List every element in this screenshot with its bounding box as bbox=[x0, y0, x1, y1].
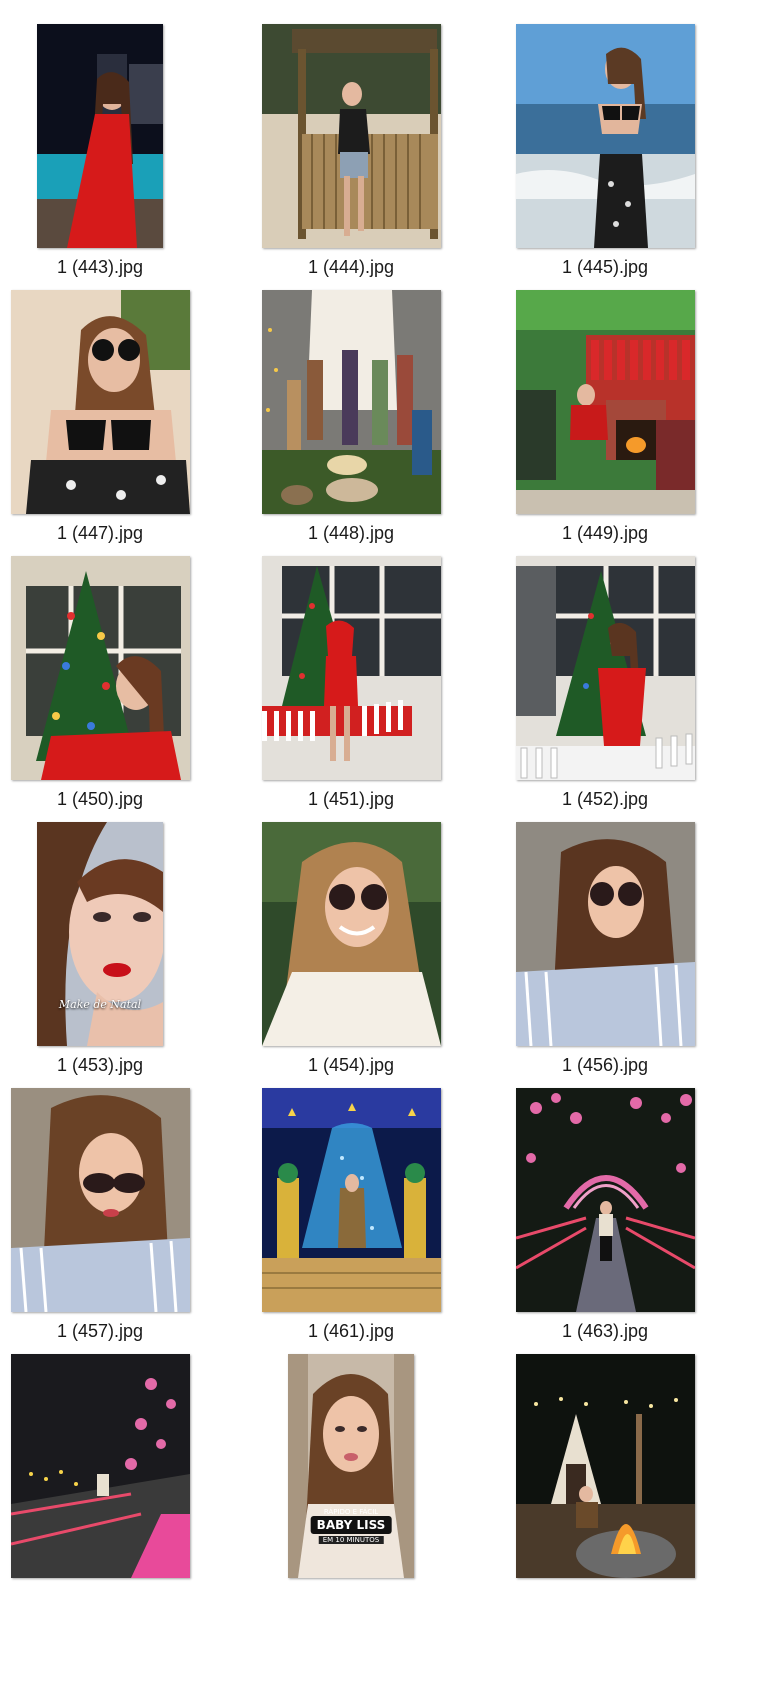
thumbnail-image[interactable] bbox=[10, 556, 190, 780]
thumbnail-image[interactable] bbox=[37, 24, 163, 248]
thumbnail-image[interactable] bbox=[515, 24, 695, 248]
file-item[interactable]: 1 (445).jpg bbox=[479, 0, 731, 284]
thumbnail-image[interactable] bbox=[261, 24, 441, 248]
file-item[interactable]: 1 (443).jpg bbox=[0, 0, 226, 284]
file-item[interactable]: 1 (447).jpg bbox=[0, 266, 226, 550]
thumbnail-image[interactable] bbox=[515, 1354, 695, 1578]
thumbnail-image[interactable] bbox=[10, 1354, 190, 1578]
thumbnail-image[interactable] bbox=[515, 822, 695, 1046]
file-item[interactable]: 1 (450).jpg bbox=[0, 532, 226, 816]
thumbnail-image[interactable] bbox=[261, 556, 441, 780]
file-item[interactable]: 1 (444).jpg bbox=[225, 0, 477, 284]
overlay-top-text: RÁPIDO E FÁCIL bbox=[323, 1508, 379, 1516]
file-thumbnail-grid: 1 (443).jpg 1 (444).jpg 1 (445).jpg 1 (4… bbox=[0, 0, 757, 1708]
thumbnail-image[interactable] bbox=[261, 1088, 441, 1312]
file-item[interactable]: 1 (463).jpg bbox=[479, 1064, 731, 1348]
thumbnail-image[interactable] bbox=[515, 290, 695, 514]
file-item[interactable]: RÁPIDO E FÁCIL BABY LISS EM 10 MINUTOS bbox=[225, 1330, 477, 1614]
thumbnail-image[interactable]: Make de Natal bbox=[37, 822, 163, 1046]
file-item[interactable] bbox=[0, 1330, 226, 1614]
file-item[interactable]: 1 (452).jpg bbox=[479, 532, 731, 816]
file-item[interactable] bbox=[479, 1330, 731, 1614]
thumbnail-image[interactable] bbox=[515, 1088, 695, 1312]
file-item[interactable]: 1 (457).jpg bbox=[0, 1064, 226, 1348]
file-item[interactable]: 1 (448).jpg bbox=[225, 266, 477, 550]
thumbnail-image[interactable] bbox=[261, 290, 441, 514]
thumbnail-image[interactable] bbox=[10, 1088, 190, 1312]
overlay-caption: BABY LISS bbox=[310, 1516, 392, 1534]
file-item[interactable]: 1 (461).jpg bbox=[225, 1064, 477, 1348]
thumbnail-image[interactable]: RÁPIDO E FÁCIL BABY LISS EM 10 MINUTOS bbox=[288, 1354, 414, 1578]
file-item[interactable]: 1 (451).jpg bbox=[225, 532, 477, 816]
overlay-caption: Make de Natal bbox=[58, 998, 142, 1011]
file-item[interactable]: 1 (449).jpg bbox=[479, 266, 731, 550]
thumbnail-image[interactable] bbox=[10, 290, 190, 514]
overlay-bottom-text: EM 10 MINUTOS bbox=[318, 1536, 384, 1544]
file-item[interactable]: 1 (456).jpg bbox=[479, 798, 731, 1082]
thumbnail-image[interactable] bbox=[515, 556, 695, 780]
file-item[interactable]: 1 (454).jpg bbox=[225, 798, 477, 1082]
file-item[interactable]: Make de Natal 1 (453).jpg bbox=[0, 798, 226, 1082]
thumbnail-image[interactable] bbox=[261, 822, 441, 1046]
